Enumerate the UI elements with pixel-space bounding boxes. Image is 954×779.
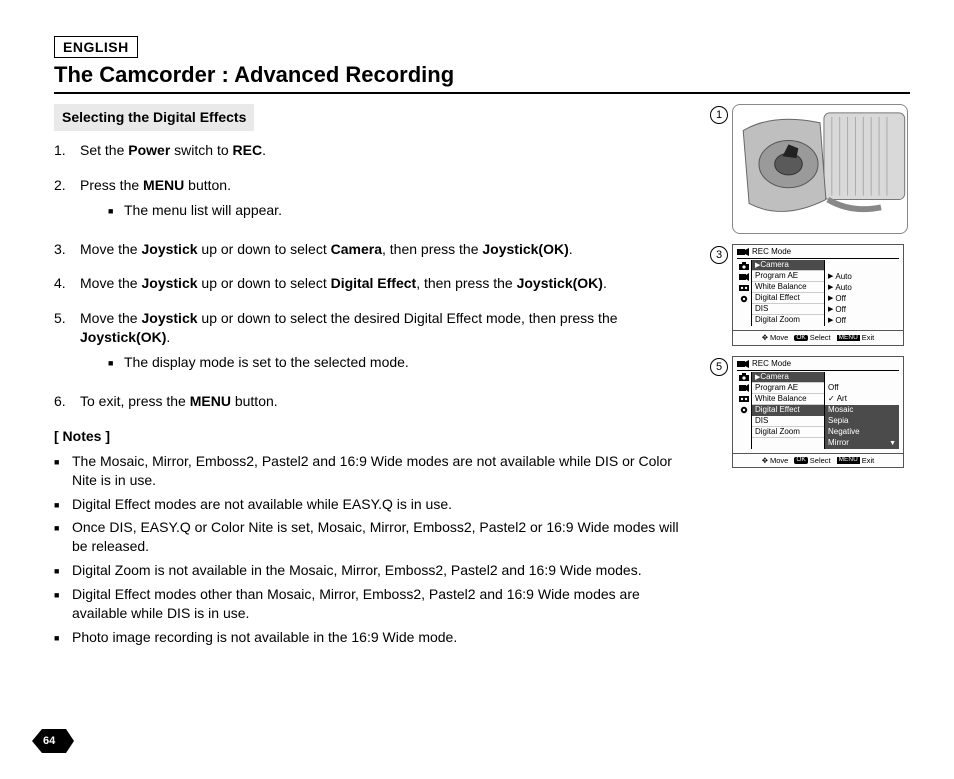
step-sub-item: The menu list will appear.	[108, 201, 694, 220]
menu-item-value: Off	[825, 383, 899, 394]
note-item: Digital Zoom is not available in the Mos…	[54, 561, 694, 580]
note-item: The Mosaic, Mirror, Emboss2, Pastel2 and…	[54, 452, 694, 490]
camcorder-icon	[737, 248, 749, 256]
camcorder-icon	[739, 272, 749, 281]
step-item: Press the MENU button.The menu list will…	[54, 176, 694, 224]
camcorder-icon	[737, 360, 749, 368]
menu-item-label: Digital Zoom	[752, 427, 824, 438]
step-sub-item: The display mode is set to the selected …	[108, 353, 694, 372]
menu-item-label: White Balance	[752, 282, 824, 293]
menu-item-value: ▶Auto	[825, 282, 899, 293]
menu-screenshot-3: REC Mode ▶CameraProgram AEWhite BalanceD…	[732, 244, 904, 346]
menu-footer: ✥Move OKSelect MENUExit	[733, 453, 903, 468]
section-header: Selecting the Digital Effects	[54, 104, 254, 131]
dpad-icon: ✥	[762, 334, 768, 342]
menu-screenshot-5: REC Mode ▶CameraProgram AEWhite BalanceD…	[732, 356, 904, 469]
camera-icon	[739, 373, 749, 382]
gear-icon	[739, 406, 749, 415]
page-number-flag: 64	[32, 727, 74, 755]
menu-item-label: Digital Effect	[752, 405, 824, 416]
menu-item-value: Mosaic	[825, 405, 899, 416]
note-item: Digital Effect modes other than Mosaic, …	[54, 585, 694, 623]
menu-item-label: DIS	[752, 416, 824, 427]
menu-badge-icon: MENU	[837, 457, 860, 464]
note-item: Digital Effect modes are not available w…	[54, 495, 694, 514]
menu-item-value: ▶Off	[825, 315, 899, 326]
menu-item-value: ▶Auto	[825, 271, 899, 282]
page-title: The Camcorder : Advanced Recording	[54, 62, 910, 94]
menu-item-value: ▶Off	[825, 304, 899, 315]
callout-badge-5: 5	[710, 358, 728, 376]
gear-icon	[739, 294, 749, 303]
dpad-icon: ✥	[762, 457, 768, 465]
menu-category-header: ▶Camera	[752, 372, 824, 383]
menu-item-label: Program AE	[752, 271, 824, 282]
callout-badge-1: 1	[710, 106, 728, 124]
menu-category-header: ▶Camera	[752, 260, 824, 271]
step-item: Move the Joystick up or down to select C…	[54, 240, 694, 259]
callout-badge-3: 3	[710, 246, 728, 264]
menu-item-value: Mirror▼	[825, 438, 899, 449]
notes-list: The Mosaic, Mirror, Emboss2, Pastel2 and…	[54, 452, 694, 647]
ok-badge-icon: OK	[794, 457, 807, 464]
note-item: Once DIS, EASY.Q or Color Nite is set, M…	[54, 518, 694, 556]
camera-icon	[739, 261, 749, 270]
menu-item-value: ✓Art	[825, 394, 899, 405]
menu-item-value: ▶Off	[825, 293, 899, 304]
step-item: Set the Power switch to REC.	[54, 141, 694, 160]
menu-item-label: DIS	[752, 304, 824, 315]
step-item: Move the Joystick up or down to select t…	[54, 309, 694, 376]
step-item: To exit, press the MENU button.	[54, 392, 694, 411]
camcorder-illustration	[732, 104, 908, 234]
tape-icon	[739, 283, 749, 292]
menu-badge-icon: MENU	[837, 335, 860, 342]
menu-item-label: Digital Effect	[752, 293, 824, 304]
menu-item-value: Sepia	[825, 416, 899, 427]
note-item: Photo image recording is not available i…	[54, 628, 694, 647]
steps-list: Set the Power switch to REC. Press the ME…	[54, 141, 694, 411]
ok-badge-icon: OK	[794, 335, 807, 342]
camcorder-icon	[739, 384, 749, 393]
menu-footer: ✥Move OKSelect MENUExit	[733, 330, 903, 345]
notes-header: [ Notes ]	[54, 427, 694, 446]
language-badge: ENGLISH	[54, 36, 138, 58]
menu-item-label: Program AE	[752, 383, 824, 394]
menu-item-label	[752, 438, 824, 449]
step-item: Move the Joystick up or down to select D…	[54, 274, 694, 293]
tape-icon	[739, 395, 749, 404]
menu-item-label: Digital Zoom	[752, 315, 824, 326]
menu-item-label: White Balance	[752, 394, 824, 405]
menu-item-value: Negative	[825, 427, 899, 438]
